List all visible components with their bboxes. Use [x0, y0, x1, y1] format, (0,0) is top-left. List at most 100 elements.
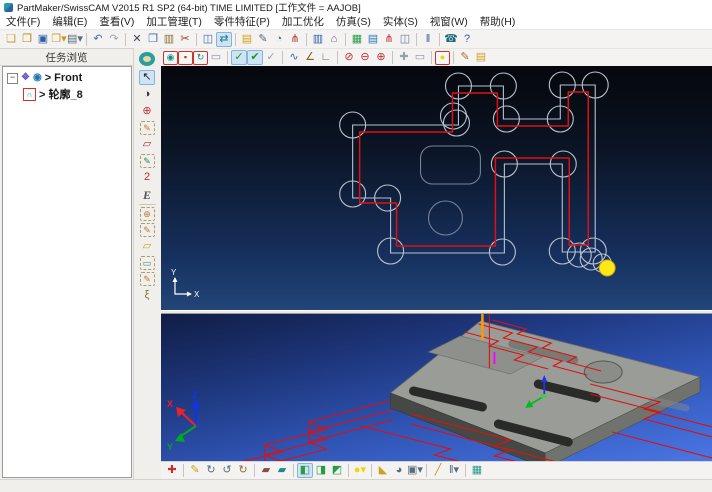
tree-node-front-label[interactable]: > Front — [45, 72, 83, 84]
delete-icon[interactable]: ✂ — [177, 32, 193, 47]
collapse-icon[interactable]: − — [7, 73, 18, 84]
iso-view-icon[interactable]: ◧ — [297, 463, 313, 478]
menu-edit[interactable]: 编辑(E) — [46, 14, 93, 29]
point-target-icon[interactable]: ⊕ — [139, 104, 155, 119]
window-view-1-icon[interactable]: ◉ — [163, 51, 178, 65]
zoom-out-icon[interactable]: ⊖ — [357, 50, 373, 65]
measure-icon[interactable]: ╱ — [430, 463, 446, 478]
window-plain-icon[interactable]: ▭ — [208, 50, 224, 65]
process-tree-icon[interactable]: ⋔ — [287, 32, 303, 47]
verify-path-icon[interactable]: ✎ — [457, 50, 473, 65]
menu-part-features[interactable]: 零件特征(P) — [208, 14, 276, 29]
marquee-icon[interactable]: ▭ — [140, 256, 155, 270]
post-config-icon[interactable]: ⇄ — [216, 32, 232, 47]
rotate-page-icon[interactable]: ↻ — [235, 463, 251, 478]
schedule-icon[interactable]: ◫ — [397, 32, 413, 47]
tool-edit-icon[interactable]: ✎ — [255, 32, 271, 47]
zoom-window-icon[interactable]: ⊘ — [341, 50, 357, 65]
save-icon[interactable]: ▣ — [35, 32, 51, 47]
polyline-icon[interactable]: ∟ — [318, 50, 334, 65]
tool-group-icon[interactable] — [137, 50, 157, 68]
phone-support-icon[interactable]: ☎ — [443, 32, 459, 47]
light-toggle-icon[interactable]: ● — [435, 51, 450, 65]
sketch-marquee-3-icon[interactable]: ✎ — [140, 223, 155, 237]
shade-sphere-icon[interactable]: ◑ — [139, 87, 155, 102]
sketch-marquee-4-icon[interactable]: ✎ — [140, 272, 155, 286]
print-dropdown-icon[interactable]: ▤▾ — [67, 32, 83, 47]
select-arrow-icon[interactable]: ↖ — [139, 70, 155, 85]
menu-help[interactable]: 帮助(H) — [474, 14, 522, 29]
polygon-feature-icon[interactable]: ▱ — [139, 137, 155, 152]
wireframe-view-icon[interactable]: ▰ — [274, 463, 290, 478]
menu-job-manager[interactable]: 加工管理(T) — [140, 14, 207, 29]
svg-text:X: X — [167, 399, 173, 409]
menu-file[interactable]: 文件(F) — [0, 14, 46, 29]
copy-icon[interactable]: ❐ — [145, 32, 161, 47]
pan-icon[interactable]: ✚ — [396, 50, 412, 65]
task-tree: − ❖ ◉ > Front ∩ > 轮廓_8 — [2, 66, 132, 478]
camera-dropdown-icon[interactable]: ▣▾ — [407, 463, 423, 478]
documentation-icon[interactable]: ▥ — [310, 32, 326, 47]
window-refresh-icon[interactable]: ↻ — [193, 51, 208, 65]
rotate-y-icon[interactable]: ↺ — [219, 463, 235, 478]
report-icon[interactable]: ▤ — [365, 32, 381, 47]
side-view-icon[interactable]: ◩ — [329, 463, 345, 478]
light-dropdown-icon[interactable]: ●▾ — [352, 463, 368, 478]
viewport-3d[interactable]: Z X Y — [161, 314, 712, 461]
orbit-icon[interactable]: ◕ — [391, 463, 407, 478]
engrave-icon[interactable]: E — [139, 187, 155, 202]
thread-tool-icon[interactable]: ξ — [139, 288, 155, 303]
triad-icon[interactable]: ✚ — [164, 463, 180, 478]
toolpath-3d-back — [223, 400, 393, 461]
show-toolpath-icon[interactable]: ✓ — [231, 50, 247, 65]
sketch-marquee-icon[interactable]: ✎ — [140, 121, 155, 135]
toolbar-separator — [416, 33, 417, 46]
simulation-icon[interactable]: ▦ — [349, 32, 365, 47]
probe-dropdown-icon[interactable]: ‖▾ — [446, 463, 462, 478]
angle-measure-icon[interactable]: ∠ — [302, 50, 318, 65]
show-all-toolpaths-icon[interactable]: ✔ — [247, 50, 263, 65]
zoom-in-icon[interactable]: ⊕ — [373, 50, 389, 65]
menu-solids[interactable]: 实体(S) — [377, 14, 424, 29]
open-file-icon[interactable]: ❒ — [19, 32, 35, 47]
toolbar-separator — [337, 51, 338, 64]
rotate-x-icon[interactable]: ↻ — [203, 463, 219, 478]
shaded-view-icon[interactable]: ▰ — [258, 463, 274, 478]
hide-toolpath-icon[interactable]: ✓ — [263, 50, 279, 65]
new-dropdown-icon[interactable]: ❐▾ — [51, 32, 67, 47]
profile-2-icon[interactable]: 2 — [139, 170, 155, 185]
cycle-time-icon[interactable]: ◔ — [271, 32, 287, 47]
sketch-icon[interactable]: ✎ — [187, 463, 203, 478]
toolbar-separator — [86, 33, 87, 46]
chain-select-icon[interactable]: ∿ — [286, 50, 302, 65]
process-manager-icon[interactable]: ◫ — [200, 32, 216, 47]
window-view-2-icon[interactable]: ▪ — [178, 51, 193, 65]
viewport-2d[interactable]: Y X — [161, 66, 712, 310]
stock-icon[interactable]: ◣ — [375, 463, 391, 478]
menu-view[interactable]: 查看(V) — [93, 14, 140, 29]
paste-icon[interactable]: ▥ — [161, 32, 177, 47]
undo-icon[interactable]: ↶ — [90, 32, 106, 47]
menu-process-optimize[interactable]: 加工优化 — [276, 14, 330, 29]
home-icon[interactable]: ⌂ — [326, 32, 342, 47]
help-icon[interactable]: ? — [459, 32, 475, 47]
menu-window[interactable]: 视窗(W) — [424, 14, 474, 29]
new-file-icon[interactable]: ❏ — [3, 32, 19, 47]
pause-icon[interactable]: ‖ — [420, 32, 436, 47]
tree-node-front[interactable]: − ❖ ◉ > Front — [3, 70, 131, 86]
menu-simulation[interactable]: 仿真(S) — [330, 14, 377, 29]
tree-node-profile[interactable]: ∩ > 轮廓_8 — [3, 86, 131, 102]
render-page-icon[interactable]: ▤ — [473, 50, 489, 65]
screenshot-icon[interactable]: ▦ — [469, 463, 485, 478]
top-view-icon[interactable]: ◨ — [313, 463, 329, 478]
stock-plate — [391, 321, 700, 461]
cut-icon[interactable]: ✕ — [129, 32, 145, 47]
sketch-marquee-2-icon[interactable]: ✎ — [140, 154, 155, 168]
polygon-feature-2-icon[interactable]: ▱ — [139, 239, 155, 254]
redo-icon[interactable]: ↷ — [106, 32, 122, 47]
part-features-icon[interactable]: ▤ — [239, 32, 255, 47]
tree-node-profile-label[interactable]: > 轮廓_8 — [39, 86, 83, 102]
zoom-box-icon[interactable]: ▭ — [412, 50, 428, 65]
machine-tree-icon[interactable]: ⋔ — [381, 32, 397, 47]
drill-target-icon[interactable]: ⊕ — [140, 207, 155, 221]
